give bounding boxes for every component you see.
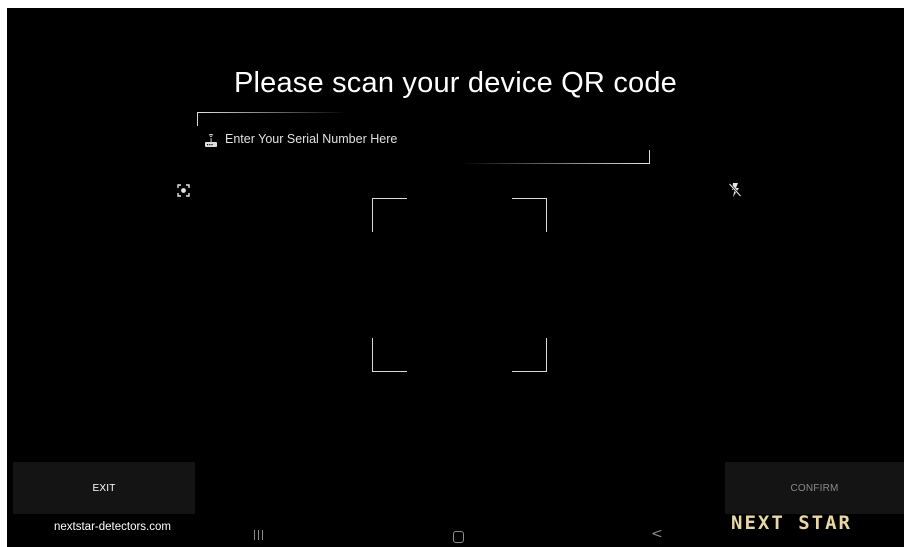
page-title: Please scan your device QR code bbox=[233, 67, 678, 99]
confirm-button[interactable]: CONFIRM bbox=[725, 462, 904, 514]
website-label: nextstar-detectors.com bbox=[54, 521, 171, 533]
scan-corner-bottom-right bbox=[512, 338, 547, 372]
field-border-top bbox=[197, 112, 347, 113]
back-icon[interactable]: < bbox=[651, 526, 663, 542]
serial-number-field[interactable] bbox=[197, 112, 650, 164]
field-border-left bbox=[197, 112, 198, 126]
qr-scan-frame bbox=[372, 198, 547, 372]
field-border-bottom bbox=[460, 163, 650, 164]
brand-logo: NEXT STAR bbox=[731, 512, 852, 534]
scan-corner-bottom-left bbox=[372, 338, 407, 372]
exit-button[interactable]: EXIT bbox=[13, 462, 195, 514]
recent-apps-icon[interactable] bbox=[253, 530, 265, 541]
field-border-right bbox=[649, 150, 650, 164]
serial-number-input[interactable] bbox=[225, 129, 625, 149]
router-device-icon bbox=[204, 132, 218, 148]
scan-corner-top-right bbox=[512, 198, 547, 232]
home-icon[interactable] bbox=[453, 531, 464, 543]
scanner-screen: Please scan your device QR code Enter Yo… bbox=[7, 8, 904, 547]
scan-corner-top-left bbox=[372, 198, 407, 232]
focus-target-icon[interactable] bbox=[177, 184, 190, 197]
flash-off-icon[interactable] bbox=[728, 182, 742, 198]
